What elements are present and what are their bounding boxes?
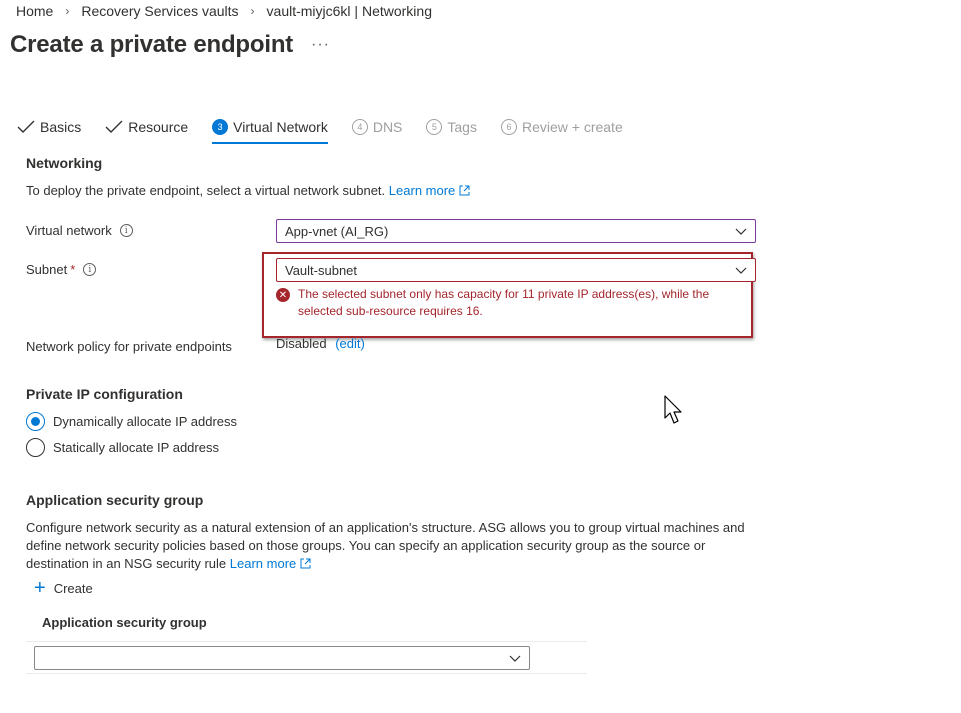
checkmark-icon xyxy=(105,120,123,133)
network-policy-label-text: Network policy for private endpoints xyxy=(26,339,232,354)
tab-basics[interactable]: Basics xyxy=(17,113,81,141)
chevron-down-icon xyxy=(735,267,747,274)
networking-description: To deploy the private endpoint, select a… xyxy=(26,182,470,200)
tab-label: Review + create xyxy=(521,119,623,135)
tab-label: DNS xyxy=(372,119,403,135)
external-link-icon xyxy=(459,185,470,196)
radio-static-label: Statically allocate IP address xyxy=(53,440,219,455)
required-asterisk: * xyxy=(70,262,76,277)
asg-description: Configure network security as a natural … xyxy=(26,519,756,573)
subnet-error-message: ✕ The selected subnet only has capacity … xyxy=(276,286,746,320)
chevron-down-icon xyxy=(509,655,521,662)
networking-section-title: Networking xyxy=(26,155,103,171)
network-policy-value: Disabled (edit) xyxy=(276,336,365,351)
radio-dynamic-label: Dynamically allocate IP address xyxy=(53,414,238,429)
step-number-badge: 4 xyxy=(351,119,368,135)
create-asg-button[interactable]: + Create xyxy=(34,577,93,599)
breadcrumb: Home › Recovery Services vaults › vault-… xyxy=(16,3,432,19)
tab-resource[interactable]: Resource xyxy=(105,113,188,141)
error-icon: ✕ xyxy=(276,288,290,302)
virtual-network-dropdown[interactable]: App-vnet (AI_RG) xyxy=(276,219,756,243)
subnet-dropdown[interactable]: Vault-subnet xyxy=(276,258,756,282)
more-options-button[interactable]: ··· xyxy=(311,36,330,54)
tab-label: Basics xyxy=(40,119,82,135)
asg-column-header: Application security group xyxy=(42,615,207,630)
chevron-down-icon xyxy=(735,228,747,235)
step-number-badge: 6 xyxy=(500,119,517,135)
grid-divider xyxy=(26,641,587,642)
subnet-label-text: Subnet xyxy=(26,262,68,277)
info-icon[interactable]: i xyxy=(83,263,97,276)
networking-description-text: To deploy the private endpoint, select a… xyxy=(26,183,386,198)
info-icon[interactable]: i xyxy=(119,224,133,237)
virtual-network-label-text: Virtual network xyxy=(26,223,112,238)
virtual-network-value: App-vnet (AI_RG) xyxy=(285,223,389,239)
wizard-tabs: Basics Resource 3 Virtual Network 4 DNS … xyxy=(17,113,647,144)
grid-divider xyxy=(26,673,587,674)
learn-more-label: Learn more xyxy=(388,183,456,198)
radio-static-ip[interactable]: Statically allocate IP address xyxy=(26,438,219,457)
tab-review-create[interactable]: 6 Review + create xyxy=(500,113,623,141)
asg-section-title: Application security group xyxy=(26,492,204,508)
subnet-value: Vault-subnet xyxy=(285,262,358,278)
asg-description-text: Configure network security as a natural … xyxy=(26,520,745,571)
subnet-label: Subnet * i xyxy=(26,262,97,277)
tab-label: Tags xyxy=(447,119,477,135)
radio-dynamic-ip[interactable]: Dynamically allocate IP address xyxy=(26,412,237,431)
step-number-badge: 3 xyxy=(212,119,229,135)
asg-learn-more-link[interactable]: Learn more xyxy=(230,556,311,571)
mouse-cursor-icon xyxy=(664,395,682,424)
tab-label: Virtual Network xyxy=(233,119,328,135)
breadcrumb-vault-networking[interactable]: vault-miyjc6kl | Networking xyxy=(267,3,432,19)
breadcrumb-recovery-services-vaults[interactable]: Recovery Services vaults xyxy=(81,3,238,19)
asg-dropdown[interactable] xyxy=(34,646,530,670)
radio-button-selected[interactable] xyxy=(26,412,45,431)
breadcrumb-home[interactable]: Home xyxy=(16,3,53,19)
learn-more-label: Learn more xyxy=(229,556,297,571)
checkmark-icon xyxy=(17,120,35,133)
chevron-right-icon: › xyxy=(65,4,70,18)
create-asg-label: Create xyxy=(53,580,93,596)
network-policy-label: Network policy for private endpoints xyxy=(26,339,232,354)
tab-virtual-network[interactable]: 3 Virtual Network xyxy=(212,113,328,144)
learn-more-link[interactable]: Learn more xyxy=(389,183,470,198)
step-number-badge: 5 xyxy=(426,119,443,135)
tab-tags[interactable]: 5 Tags xyxy=(426,113,477,141)
subnet-error-text: The selected subnet only has capacity fo… xyxy=(298,287,710,318)
virtual-network-label: Virtual network i xyxy=(26,223,133,238)
radio-button[interactable] xyxy=(26,438,45,457)
tab-dns[interactable]: 4 DNS xyxy=(351,113,403,141)
tab-label: Resource xyxy=(128,119,189,135)
plus-icon: + xyxy=(34,577,46,599)
page-title: Create a private endpoint xyxy=(10,31,294,58)
external-link-icon xyxy=(300,558,311,569)
network-policy-edit-link[interactable]: (edit) xyxy=(335,336,365,351)
network-policy-status: Disabled xyxy=(276,336,327,351)
chevron-right-icon: › xyxy=(250,4,255,18)
private-ip-section-title: Private IP configuration xyxy=(26,386,183,402)
